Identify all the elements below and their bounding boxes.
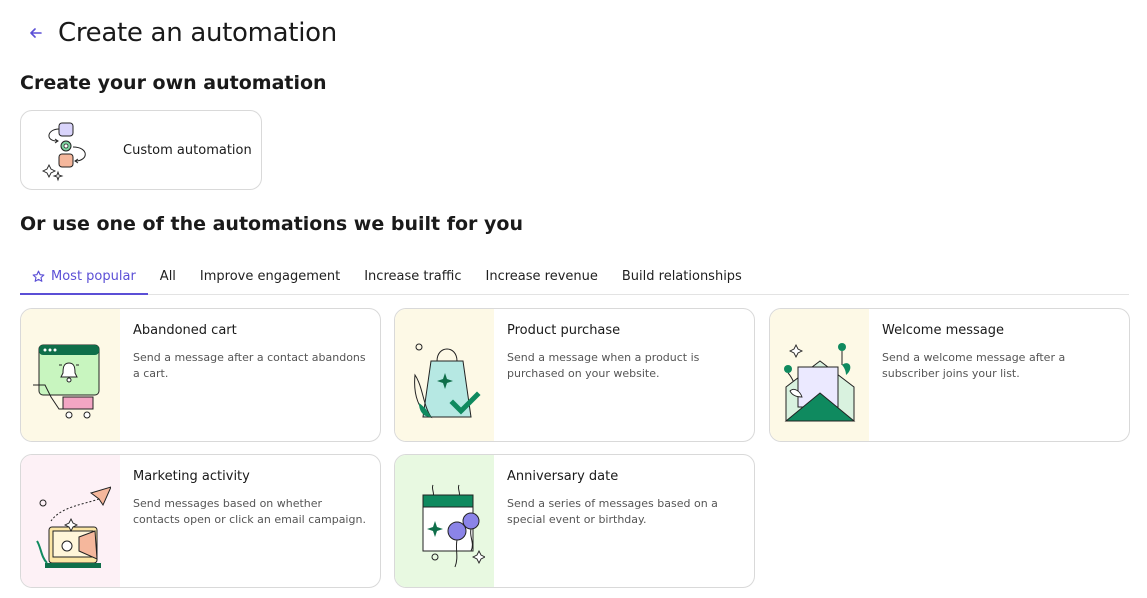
section-title-built: Or use one of the automations we built f… bbox=[20, 213, 523, 235]
tab-build-relationships[interactable]: Build relationships bbox=[610, 258, 754, 294]
open-envelope-illustration bbox=[783, 343, 855, 422]
custom-automation-label: Custom automation bbox=[123, 142, 252, 158]
shopping-bag-check-illustration bbox=[413, 343, 481, 419]
card-title: Abandoned cart bbox=[133, 323, 237, 338]
tab-all[interactable]: All bbox=[148, 258, 188, 294]
automation-card-marketing-activity[interactable]: Marketing activity Send messages based o… bbox=[20, 454, 381, 588]
tab-label: Improve engagement bbox=[199, 268, 341, 284]
page-header: Create an automation bbox=[24, 14, 337, 52]
tab-label: All bbox=[159, 268, 176, 284]
card-title: Marketing activity bbox=[133, 469, 250, 484]
arrow-left-icon bbox=[30, 28, 42, 38]
automation-card-welcome-message[interactable]: Welcome message Send a welcome message a… bbox=[769, 308, 1130, 442]
card-illustration-panel bbox=[395, 455, 494, 587]
calendar-balloons-illustration bbox=[422, 484, 485, 568]
automation-card-product-purchase[interactable]: Product purchase Send a message when a p… bbox=[394, 308, 755, 442]
custom-automation-card[interactable]: Custom automation bbox=[20, 110, 262, 190]
card-title: Welcome message bbox=[882, 323, 1005, 338]
automation-card-anniversary-date[interactable]: Anniversary date Send a series of messag… bbox=[394, 454, 755, 588]
tab-label: Build relationships bbox=[621, 268, 742, 284]
megaphone-paper-plane-illustration bbox=[35, 486, 111, 568]
tab-improve-engagement[interactable]: Improve engagement bbox=[188, 258, 352, 294]
card-illustration-panel bbox=[21, 309, 120, 441]
card-description: Send a message when a product is purchas… bbox=[507, 351, 700, 380]
tab-label: Most popular bbox=[51, 268, 136, 284]
category-tabs: Most popular All Improve engagement Incr… bbox=[20, 258, 1129, 295]
card-title: Product purchase bbox=[507, 323, 621, 338]
card-description: Send a message after a contact abandons … bbox=[133, 351, 366, 380]
automation-card-abandoned-cart[interactable]: Abandoned cart Send a message after a co… bbox=[20, 308, 381, 442]
shopping-cart-browser-illustration bbox=[32, 344, 99, 419]
card-illustration-panel bbox=[21, 455, 120, 587]
tab-most-popular[interactable]: Most popular bbox=[20, 258, 148, 295]
workflow-illustration bbox=[41, 122, 86, 182]
tab-label: Increase traffic bbox=[364, 268, 462, 284]
tab-increase-revenue[interactable]: Increase revenue bbox=[474, 258, 610, 294]
tab-label: Increase revenue bbox=[485, 268, 598, 284]
card-description: Send a welcome message after a subscribe… bbox=[882, 351, 1066, 380]
card-title: Anniversary date bbox=[507, 469, 619, 484]
card-description: Send messages based on whether contacts … bbox=[133, 497, 366, 526]
card-illustration-panel bbox=[770, 309, 869, 441]
back-button[interactable] bbox=[24, 21, 48, 45]
star-icon bbox=[32, 270, 45, 283]
section-title-own: Create your own automation bbox=[20, 72, 327, 94]
page-title: Create an automation bbox=[58, 18, 337, 48]
card-description: Send a series of messages based on a spe… bbox=[507, 497, 718, 526]
card-illustration-panel bbox=[395, 309, 494, 441]
tab-increase-traffic[interactable]: Increase traffic bbox=[352, 258, 473, 294]
